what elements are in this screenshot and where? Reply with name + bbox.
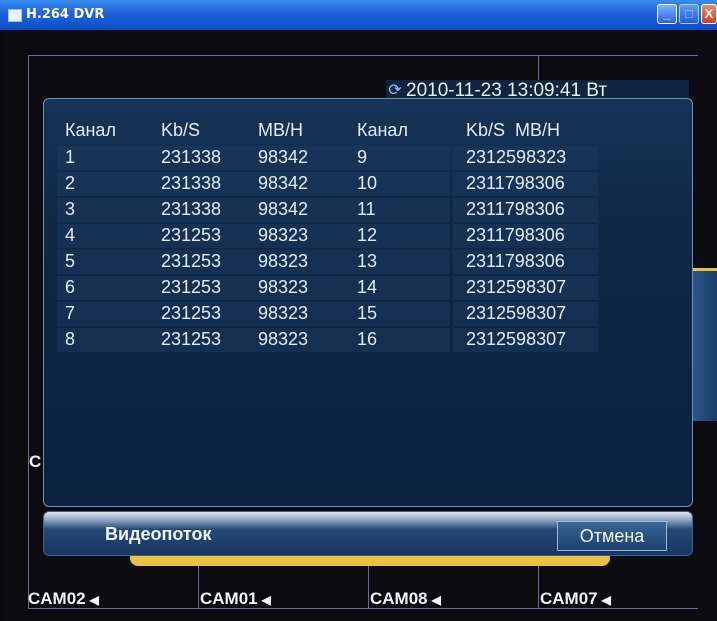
close-button[interactable]: X <box>701 4 717 24</box>
col-header-kbs: Kb/S <box>161 120 201 140</box>
cell-mbh: 98323 <box>258 329 309 349</box>
cell-kbs: 231253 <box>161 277 222 297</box>
maximize-icon: □ <box>685 6 693 21</box>
cell-kbs-mbh-2: 2311798306 <box>466 251 565 271</box>
title-bar[interactable]: H.264 DVR _ □ X <box>0 0 717 30</box>
cancel-button[interactable]: Отмена <box>557 521 667 551</box>
row-highlight <box>57 302 450 326</box>
cell-channel: 6 <box>65 277 76 297</box>
row-highlight <box>57 224 450 248</box>
cell-kbs: 231338 <box>161 199 222 219</box>
cell-channel-2: 10 <box>357 173 378 193</box>
cell-mbh: 98342 <box>258 173 309 193</box>
cell-channel-2: 11 <box>357 199 376 219</box>
cell-kbs-mbh-2: 2311798306 <box>466 173 565 193</box>
speaker-icon: ◀ <box>431 593 441 607</box>
cell-channel-2: 13 <box>357 251 378 271</box>
col-header-kbs-mbh-2: Kb/S MB/H <box>466 120 561 140</box>
app-icon <box>8 9 22 22</box>
speaker-icon: ◀ <box>89 593 99 607</box>
cell-mbh: 98342 <box>258 147 309 167</box>
cell-channel: 5 <box>65 251 76 271</box>
grid-line <box>368 566 369 608</box>
cell-channel-2: 15 <box>357 303 378 323</box>
grid-line <box>28 55 698 56</box>
cell-channel: 3 <box>65 199 76 219</box>
cell-mbh: 98342 <box>258 199 309 219</box>
cell-kbs: 231338 <box>161 147 222 167</box>
cell-channel: 4 <box>65 225 76 245</box>
cell-channel-2: 16 <box>357 329 378 349</box>
row-highlight <box>57 250 450 274</box>
row-highlight <box>57 276 450 300</box>
cell-mbh: 98323 <box>258 277 309 297</box>
cell-kbs-mbh-2: 2312598307 <box>466 303 567 323</box>
accent-strip <box>130 556 610 566</box>
video-stream-label: Видеопоток <box>105 524 212 544</box>
maximize-button[interactable]: □ <box>679 4 699 24</box>
side-menu-edge <box>693 268 717 421</box>
row-highlight <box>57 328 450 352</box>
camera-name: CAM02 <box>28 589 86 608</box>
camera-label: CAM01 ◀ <box>200 589 271 609</box>
cell-kbs-mbh-2: 2311798306 <box>466 225 565 245</box>
col-header-channel: Канал <box>65 120 116 140</box>
grid-line <box>28 55 29 609</box>
camera-name: CAM01 <box>200 589 258 608</box>
cell-channel-2: 14 <box>357 277 378 297</box>
cell-channel: 1 <box>65 147 76 167</box>
dvr-window: H.264 DVR _ □ X ⟳ 2010-11-23 13:09:41 Вт… <box>0 0 717 621</box>
cell-kbs-mbh-2: 2312598307 <box>466 329 567 349</box>
row-highlight <box>57 198 450 222</box>
cell-kbs-mbh-2: 2312598307 <box>466 277 567 297</box>
camera-label: CAM07 ◀ <box>540 589 611 609</box>
cell-channel-2: 9 <box>357 147 368 167</box>
cell-kbs: 231253 <box>161 303 222 323</box>
camera-label: CAM08 ◀ <box>370 589 441 609</box>
cell-kbs-mbh-2: 2312598323 <box>466 147 567 167</box>
cell-channel: 7 <box>65 303 76 323</box>
minimize-icon: _ <box>663 6 671 21</box>
col-header-mbh: MB/H <box>258 120 303 140</box>
cell-channel-2: 12 <box>357 225 378 245</box>
minimize-button[interactable]: _ <box>657 4 677 24</box>
window-title: H.264 DVR <box>26 7 105 22</box>
cell-mbh: 98323 <box>258 225 309 245</box>
partial-cam-label: C <box>29 452 42 471</box>
cell-kbs: 231253 <box>161 329 222 349</box>
close-icon: X <box>704 6 714 21</box>
cell-kbs: 231338 <box>161 173 222 193</box>
cell-channel: 8 <box>65 329 76 349</box>
row-highlight <box>57 172 450 196</box>
speaker-icon: ◀ <box>261 593 271 607</box>
speaker-icon: ◀ <box>601 593 611 607</box>
col-header-channel-2: Канал <box>357 120 408 140</box>
cell-channel: 2 <box>65 173 76 193</box>
cell-kbs: 231253 <box>161 225 222 245</box>
grid-line <box>198 566 199 608</box>
cell-kbs: 231253 <box>161 251 222 271</box>
camera-label: CAM02 ◀ <box>28 589 99 609</box>
cell-kbs-mbh-2: 2311798306 <box>466 199 565 219</box>
camera-name: CAM07 <box>540 589 598 608</box>
cell-mbh: 98323 <box>258 303 309 323</box>
row-highlight <box>57 146 450 170</box>
camera-name: CAM08 <box>370 589 428 608</box>
grid-line <box>538 566 539 608</box>
cell-mbh: 98323 <box>258 251 309 271</box>
